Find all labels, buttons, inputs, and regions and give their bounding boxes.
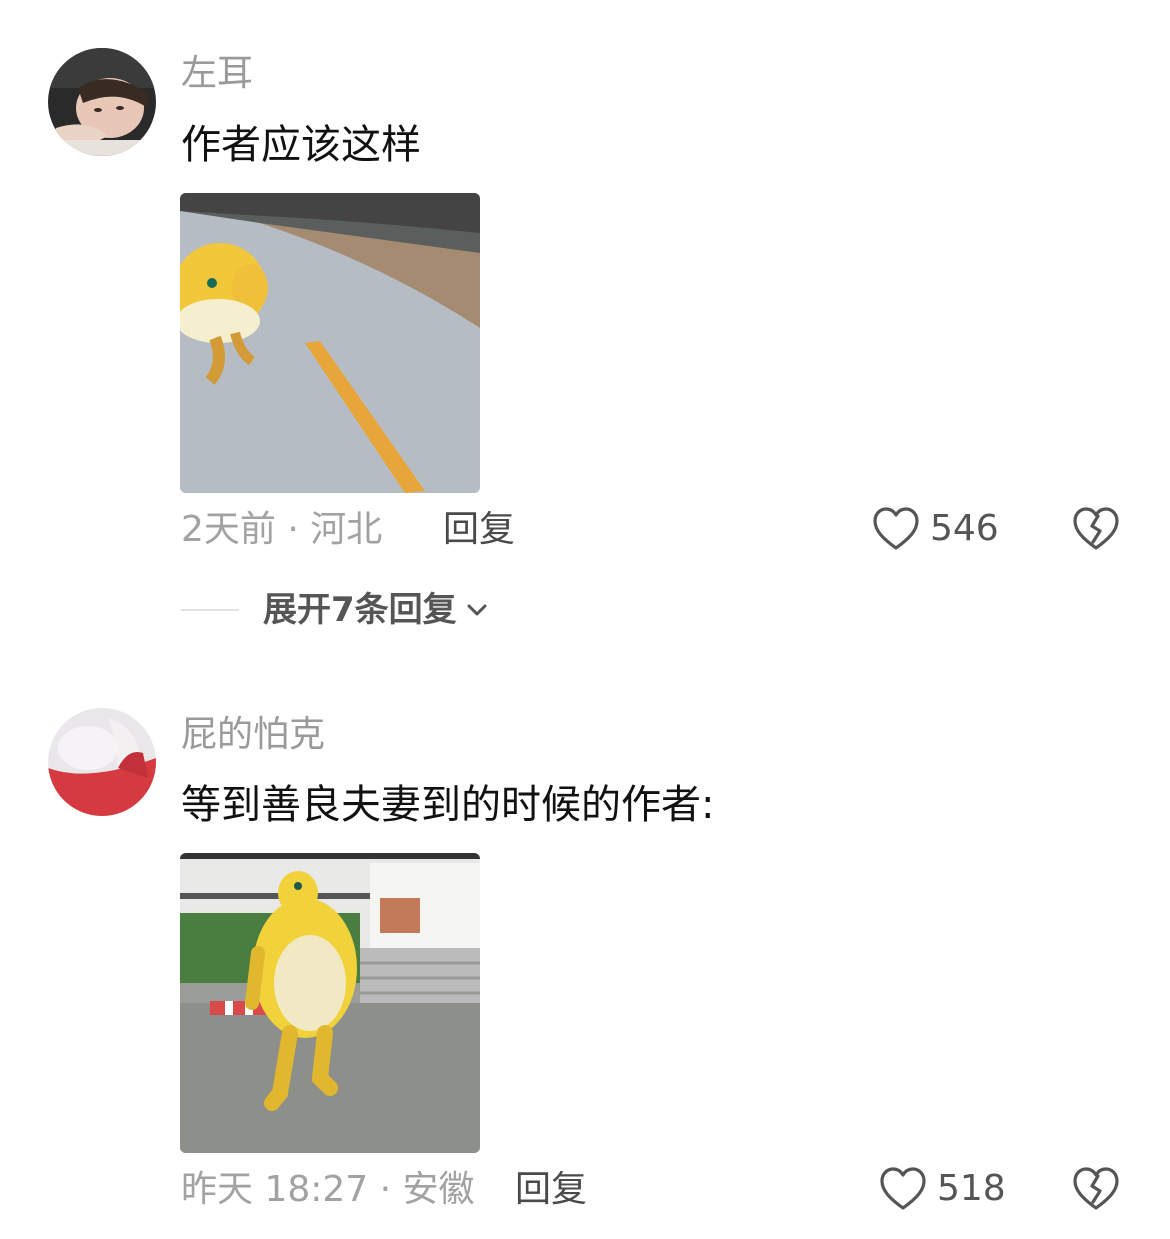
avatar[interactable] <box>48 48 156 156</box>
comment-text: 作者应该这样 <box>181 122 421 168</box>
reply-button[interactable]: 回复 <box>443 508 515 552</box>
divider <box>181 609 239 611</box>
chevron-down-icon <box>465 598 489 622</box>
like-count: 518 <box>937 1168 1006 1209</box>
expand-replies-button[interactable]: 展开7条回复 <box>263 588 489 632</box>
like-button[interactable]: 518 <box>879 1166 1006 1212</box>
dislike-button[interactable] <box>1072 506 1120 552</box>
avatar[interactable] <box>48 708 156 816</box>
like-count: 546 <box>930 508 999 549</box>
comment-meta: 2天前 · 河北 <box>181 509 383 550</box>
heart-icon <box>879 1166 927 1212</box>
broken-heart-icon <box>1072 1166 1120 1212</box>
like-button[interactable]: 546 <box>872 506 999 552</box>
broken-heart-icon <box>1072 506 1120 552</box>
expand-replies-row: 展开7条回复 <box>181 588 489 632</box>
username[interactable]: 屁的怕克 <box>181 713 325 757</box>
heart-icon <box>872 506 920 552</box>
comment-gif-image[interactable] <box>180 193 480 493</box>
comment-text: 等到善良夫妻到的时候的作者: <box>181 782 715 828</box>
reply-button[interactable]: 回复 <box>515 1168 587 1212</box>
comment-gif-image[interactable] <box>180 853 480 1153</box>
username[interactable]: 左耳 <box>181 52 253 96</box>
comment-meta: 昨天 18:27 · 安徽 <box>181 1169 475 1210</box>
dislike-button[interactable] <box>1072 1166 1120 1212</box>
expand-replies-label: 展开7条回复 <box>263 590 457 630</box>
